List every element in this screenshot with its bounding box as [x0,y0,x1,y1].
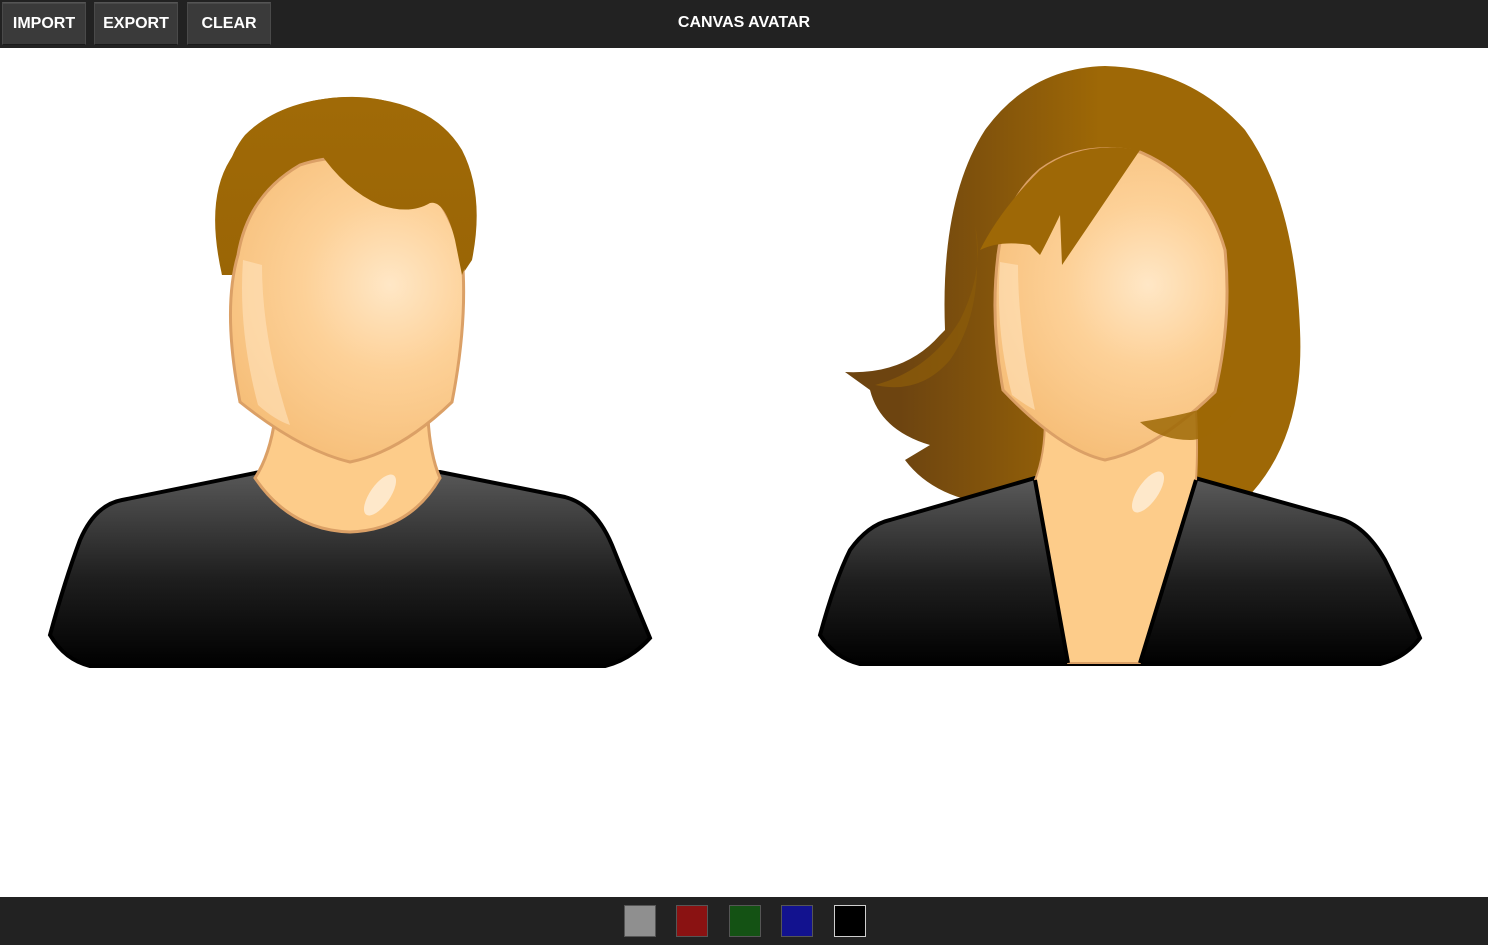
swatch-black[interactable] [834,905,866,937]
swatch-green[interactable] [729,905,761,937]
avatar-canvas[interactable] [0,48,1488,897]
export-button[interactable]: EXPORT [94,2,178,45]
male-avatar[interactable] [40,88,660,678]
female-avatar[interactable] [810,58,1430,678]
swatch-blue[interactable] [781,905,813,937]
color-palette-bar [0,897,1488,945]
swatch-red[interactable] [676,905,708,937]
import-button[interactable]: IMPORT [2,2,86,45]
clear-button[interactable]: CLEAR [187,2,271,45]
top-toolbar: IMPORT EXPORT CLEAR CANVAS AVATAR [0,0,1488,48]
swatch-gray[interactable] [624,905,656,937]
